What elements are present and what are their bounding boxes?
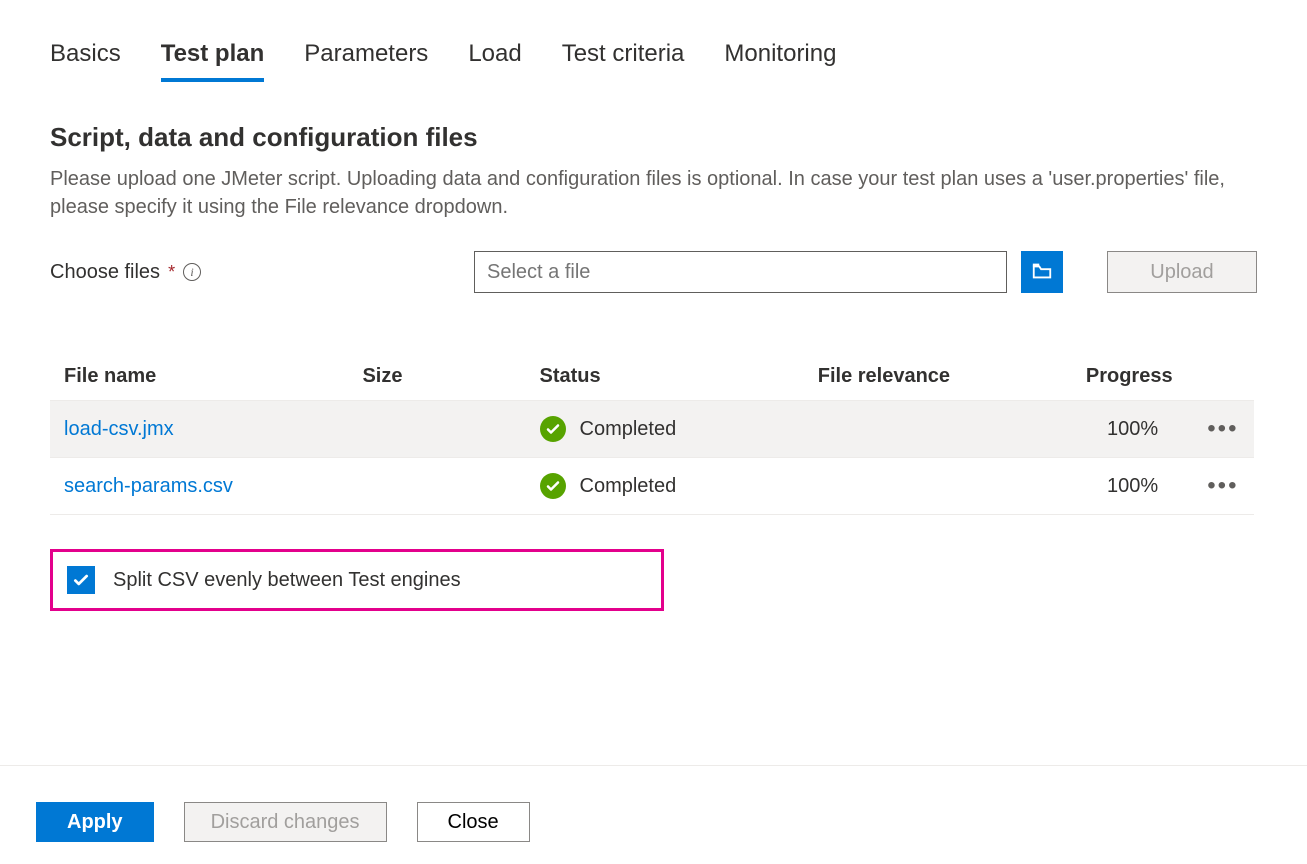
upload-button[interactable]: Upload [1107, 251, 1257, 293]
footer: Apply Discard changes Close [0, 765, 1307, 842]
row-more-button[interactable]: ••• [1207, 415, 1238, 443]
browse-button[interactable] [1021, 251, 1063, 293]
choose-files-label: Choose files [50, 261, 160, 284]
file-link[interactable]: load-csv.jmx [64, 418, 174, 440]
cell-size [348, 458, 525, 515]
file-chooser-row: Choose files * i Upload [50, 251, 1257, 293]
required-indicator: * [168, 262, 175, 283]
section-desc: Please upload one JMeter script. Uploadi… [50, 165, 1257, 221]
tab-load[interactable]: Load [468, 40, 521, 78]
split-csv-checkbox[interactable] [67, 566, 95, 594]
table-row: search-params.csv Completed 100% ••• [50, 458, 1254, 515]
apply-button[interactable]: Apply [36, 802, 154, 842]
tab-test-criteria[interactable]: Test criteria [562, 40, 685, 78]
files-table: File name Size Status File relevance Pro… [50, 353, 1254, 515]
table-row: load-csv.jmx Completed 100% ••• [50, 401, 1254, 458]
cell-progress: 100% [1072, 458, 1193, 515]
tab-basics[interactable]: Basics [50, 40, 121, 78]
th-relevance[interactable]: File relevance [804, 353, 1072, 401]
th-file-name[interactable]: File name [50, 353, 348, 401]
file-link[interactable]: search-params.csv [64, 475, 233, 497]
th-progress[interactable]: Progress [1072, 353, 1193, 401]
more-icon: ••• [1207, 472, 1238, 499]
cell-status: Completed [580, 418, 677, 441]
tab-monitoring[interactable]: Monitoring [724, 40, 836, 78]
check-icon [540, 416, 566, 442]
info-icon[interactable]: i [183, 263, 201, 281]
cell-relevance [804, 401, 1072, 458]
th-size[interactable]: Size [348, 353, 525, 401]
section-title: Script, data and configuration files [50, 122, 1257, 153]
discard-button[interactable]: Discard changes [184, 802, 387, 842]
row-more-button[interactable]: ••• [1207, 472, 1238, 500]
tabs: Basics Test plan Parameters Load Test cr… [50, 40, 1257, 82]
more-icon: ••• [1207, 415, 1238, 442]
split-csv-label: Split CSV evenly between Test engines [113, 569, 461, 592]
cell-progress: 100% [1072, 401, 1193, 458]
tab-test-plan[interactable]: Test plan [161, 40, 265, 82]
split-csv-row: Split CSV evenly between Test engines [50, 549, 664, 611]
close-button[interactable]: Close [417, 802, 530, 842]
cell-size [348, 401, 525, 458]
cell-relevance [804, 458, 1072, 515]
tab-parameters[interactable]: Parameters [304, 40, 428, 78]
cell-status: Completed [580, 475, 677, 498]
file-select-input[interactable] [474, 251, 1007, 293]
check-icon [72, 571, 90, 589]
folder-icon [1031, 260, 1053, 285]
th-status[interactable]: Status [526, 353, 804, 401]
check-icon [540, 473, 566, 499]
